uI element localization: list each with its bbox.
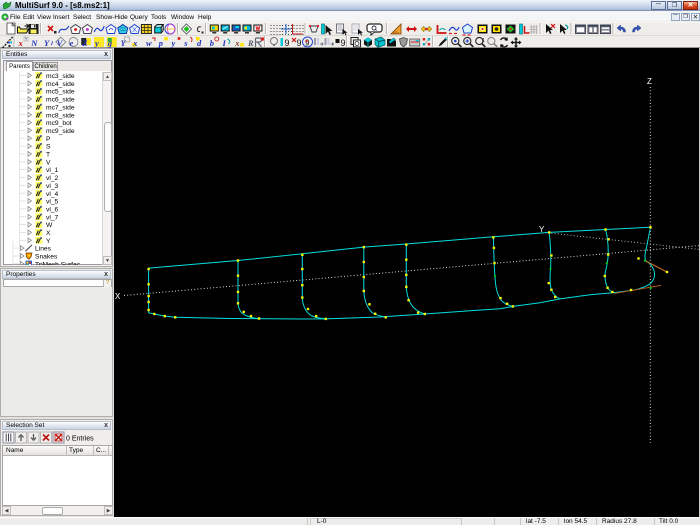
svg-text:S: S — [46, 144, 51, 151]
svg-text:Y: Y — [121, 38, 127, 48]
svg-text:mc8_side: mc8_side — [46, 112, 75, 119]
svg-text:vl_7: vl_7 — [46, 214, 59, 221]
svg-text:Y: Y — [539, 225, 545, 234]
svg-text:b: b — [210, 38, 214, 48]
svg-text:x: x — [132, 38, 138, 48]
svg-text:Snakes: Snakes — [35, 254, 58, 261]
svg-text:X: X — [46, 230, 51, 237]
svg-text:0 Entries: 0 Entries — [66, 436, 94, 443]
svg-text:vl_1: vl_1 — [46, 167, 59, 174]
svg-text:mc6_side: mc6_side — [46, 97, 75, 104]
svg-text:Z: Z — [81, 38, 87, 48]
svg-text:y: y — [94, 38, 99, 48]
svg-text:Lines: Lines — [35, 246, 52, 253]
svg-text:9: 9 — [297, 38, 302, 48]
svg-text:vl_4: vl_4 — [46, 191, 59, 198]
svg-text:e: e — [70, 38, 74, 48]
svg-text:W: W — [46, 222, 53, 229]
svg-text:w: w — [146, 38, 152, 48]
svg-text:vl_6: vl_6 — [46, 207, 59, 214]
svg-text:9: 9 — [305, 39, 310, 48]
svg-text:Y: Y — [25, 37, 28, 42]
svg-text:V: V — [46, 159, 51, 166]
svg-text:Y: Y — [46, 238, 51, 245]
svg-text:mc5_side: mc5_side — [46, 89, 75, 96]
svg-text:P: P — [46, 136, 51, 143]
svg-text:x: x — [234, 38, 240, 48]
svg-text:R: R — [247, 38, 254, 48]
svg-text:I: I — [222, 38, 227, 48]
svg-text:s: s — [183, 38, 188, 48]
svg-text:N: N — [30, 38, 38, 48]
svg-text:X: X — [115, 292, 121, 301]
svg-text:vl_3: vl_3 — [46, 183, 59, 190]
svg-text:mc9_bot: mc9_bot — [46, 120, 72, 127]
svg-text:Y: Y — [44, 38, 50, 48]
svg-text:9: 9 — [341, 38, 346, 48]
svg-text:1: 1 — [482, 38, 485, 44]
svg-text:vl_5: vl_5 — [46, 199, 59, 206]
svg-text:Z: Z — [647, 77, 652, 86]
svg-text:g: g — [107, 38, 113, 48]
svg-text:p: p — [158, 38, 163, 48]
svg-text:vl_2: vl_2 — [46, 175, 59, 182]
svg-text:y: y — [171, 38, 176, 48]
svg-text:mc4_side: mc4_side — [46, 81, 75, 88]
svg-text:TriMesh Surfac: TriMesh Surfac — [35, 261, 81, 265]
svg-text:x: x — [18, 38, 24, 48]
svg-text:T: T — [46, 152, 50, 159]
svg-text:9: 9 — [285, 38, 290, 48]
svg-text:mc7_side: mc7_side — [46, 104, 75, 111]
svg-text:mc3_side: mc3_side — [46, 73, 75, 80]
svg-text:mc9_side: mc9_side — [46, 128, 75, 135]
